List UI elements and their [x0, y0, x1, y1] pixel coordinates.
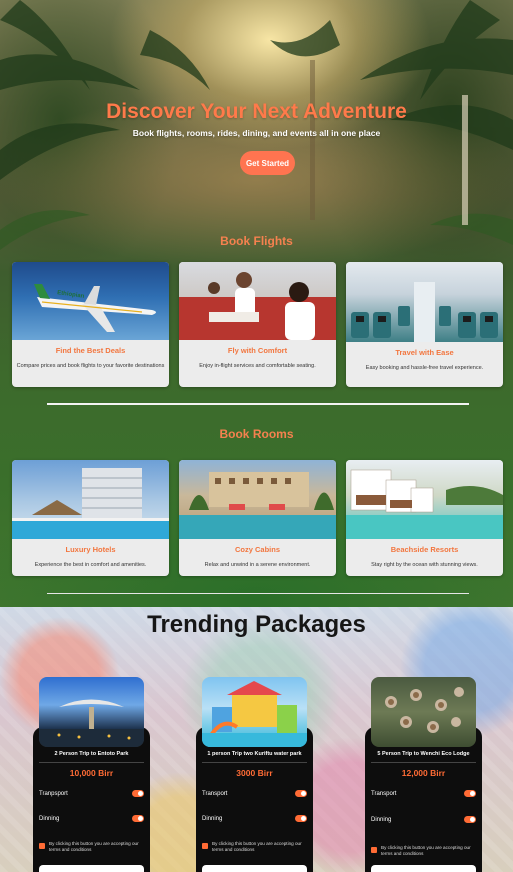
transport-toggle[interactable]	[464, 790, 476, 797]
transport-option: Tranpsport	[39, 790, 144, 797]
package-name: 1 person Trip two Kuriftu water park	[207, 751, 302, 757]
room-card-luxury[interactable]: Luxury Hotels Experience the best in com…	[12, 460, 169, 576]
dining-option: Dinning	[39, 815, 144, 822]
package-divider	[202, 762, 307, 763]
packages-title: Trending Packages	[147, 611, 366, 638]
dining-toggle[interactable]	[464, 816, 476, 823]
dining-label: Dinning	[39, 815, 60, 822]
transport-option: Transport	[202, 790, 307, 797]
package-divider	[371, 762, 476, 763]
transport-label: Transport	[202, 790, 228, 797]
card-description: Experience the best in comfort and ameni…	[34, 562, 147, 568]
dining-option: Dinning	[371, 816, 476, 823]
package-card-wenchi: 5 Person Trip to Wenchi Eco Lodge 12,000…	[365, 727, 482, 872]
section-title-rooms: Book Rooms	[219, 427, 294, 441]
dining-label: Dinning	[371, 816, 392, 823]
flight-card-ease[interactable]: Travel with Ease Easy booking and hassle…	[346, 262, 503, 387]
wenchi-eco-lodge-image	[371, 677, 476, 747]
package-card-entoto: 2 Person Trip to Entoto Park 10,000 Birr…	[33, 727, 150, 872]
card-description: Easy booking and hassle-free travel expe…	[365, 365, 484, 371]
package-price: 3000 Birr	[236, 768, 273, 778]
terms-text: By clicking this button you are acceptin…	[381, 845, 471, 856]
terms-text: By clicking this button you are acceptin…	[49, 841, 139, 852]
terms-row: By clicking this button you are acceptin…	[202, 841, 307, 853]
terms-row: By clicking this button you are acceptin…	[39, 841, 144, 853]
kuriftu-water-park-image	[202, 677, 307, 747]
transport-label: Tranpsport	[39, 790, 68, 797]
hero-title: Discover Your Next Adventure	[106, 100, 407, 123]
card-title: Cozy Cabins	[234, 545, 280, 554]
dining-toggle[interactable]	[132, 815, 144, 822]
terms-checkbox[interactable]	[371, 847, 377, 853]
transport-toggle[interactable]	[132, 790, 144, 797]
package-name: 5 Person Trip to Wenchi Eco Lodge	[377, 751, 470, 757]
dining-option: Dinning	[202, 815, 307, 822]
transport-toggle[interactable]	[295, 790, 307, 797]
card-description: Compare prices and book flights to your …	[16, 363, 165, 369]
airplane-image: Ethiopian	[12, 262, 169, 340]
hero-subtitle: Book flights, rooms, rides, dining, and …	[132, 128, 381, 138]
card-description: Stay right by the ocean with stunning vi…	[371, 562, 478, 568]
flight-card-comfort[interactable]: Fly with Comfort Enjoy in-flight service…	[179, 262, 336, 387]
package-name: 2 Person Trip to Entoto Park	[54, 751, 129, 757]
dining-label: Dinning	[202, 815, 223, 822]
card-title: Beachside Resorts	[390, 545, 459, 554]
card-title: Luxury Hotels	[65, 545, 116, 554]
cabin-resort-image	[179, 460, 336, 539]
beach-resort-image	[346, 460, 503, 539]
get-started-button[interactable]: Get Started	[240, 151, 295, 175]
card-description: Enjoy in-flight services and comfortable…	[199, 363, 316, 369]
room-card-beachside[interactable]: Beachside Resorts Stay right by the ocea…	[346, 460, 503, 576]
flight-card-deals[interactable]: Ethiopian Find the Best Deals Compare pr…	[12, 262, 169, 387]
section-divider	[47, 593, 469, 594]
package-price: 12,000 Birr	[401, 768, 446, 778]
card-title: Fly with Comfort	[227, 346, 288, 355]
package-price: 10,000 Birr	[69, 768, 114, 778]
luxury-hotel-image	[12, 460, 169, 539]
transport-label: Transport	[371, 790, 397, 797]
card-title: Travel with Ease	[395, 348, 454, 357]
section-divider	[47, 403, 469, 405]
section-title-flights: Book Flights	[220, 234, 293, 248]
package-divider	[39, 762, 144, 763]
aircraft-interior-image	[346, 262, 503, 342]
book-package-button[interactable]	[371, 865, 476, 872]
transport-option: Transport	[371, 790, 476, 797]
terms-row: By clicking this button you are acceptin…	[371, 845, 476, 857]
terms-checkbox[interactable]	[39, 843, 45, 849]
dining-toggle[interactable]	[295, 815, 307, 822]
terms-text: By clicking this button you are acceptin…	[212, 841, 302, 852]
entoto-park-image	[39, 677, 144, 747]
package-card-kuriftu: 1 person Trip two Kuriftu water park 300…	[196, 727, 313, 872]
book-package-button[interactable]	[39, 865, 144, 872]
book-package-button[interactable]	[202, 865, 307, 872]
cabin-passengers-image	[179, 262, 336, 340]
card-description: Relax and unwind in a serene environment…	[204, 562, 311, 568]
card-title: Find the Best Deals	[55, 346, 126, 355]
terms-checkbox[interactable]	[202, 843, 208, 849]
room-card-cabins[interactable]: Cozy Cabins Relax and unwind in a serene…	[179, 460, 336, 576]
